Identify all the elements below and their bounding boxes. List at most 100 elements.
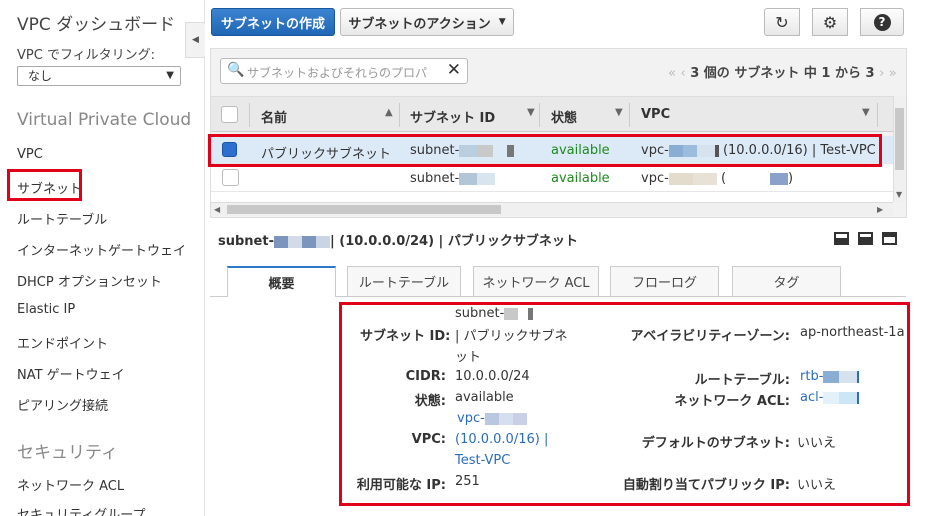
tab-route-table[interactable]: ルートテーブル xyxy=(347,266,461,296)
network-acl-label: ネットワーク ACL: xyxy=(674,394,790,409)
refresh-button[interactable]: ↻ xyxy=(764,8,800,36)
redacted-block xyxy=(301,235,316,248)
redacted-block xyxy=(498,412,513,425)
column-separator xyxy=(399,103,400,127)
route-table-label: ルートテーブル: xyxy=(694,373,790,388)
sort-icon[interactable]: ▼ xyxy=(527,107,535,118)
tab-tags[interactable]: タグ xyxy=(732,266,841,296)
redacted-block xyxy=(823,370,840,383)
redacted-block xyxy=(484,412,499,425)
table-row[interactable]: subnet- available vpc- () xyxy=(211,164,895,192)
scroll-left-icon[interactable]: ◀ xyxy=(214,205,220,214)
search-input[interactable]: 🔍 サブネットおよびそれらのプロパ ✕ xyxy=(220,58,468,84)
help-button[interactable]: ? xyxy=(860,8,904,36)
sort-icon[interactable]: ▼ xyxy=(615,107,623,118)
redacted-block xyxy=(528,307,534,320)
prev-page-icon[interactable]: ‹ xyxy=(681,66,686,81)
chevron-down-icon: ▼ xyxy=(498,17,506,27)
bottom-pane-icon[interactable] xyxy=(834,232,849,245)
tab-summary[interactable]: 概要 xyxy=(227,266,336,297)
default-subnet-label: デフォルトのサブネット: xyxy=(641,436,790,451)
network-acl-link[interactable]: acl- xyxy=(800,390,860,405)
redacted-block xyxy=(518,307,529,320)
row-vpc: vpc- () xyxy=(641,171,793,186)
redacted-block xyxy=(668,172,693,185)
sort-asc-icon[interactable]: ▲ xyxy=(385,107,393,118)
vpc-link[interactable]: vpc- xyxy=(457,411,527,426)
next-page-icon[interactable]: › xyxy=(879,66,884,81)
scroll-right-icon[interactable]: ▶ xyxy=(877,205,883,214)
collapse-sidebar-button[interactable]: ◀ xyxy=(185,22,205,58)
subnet-id-label: サブネット ID: xyxy=(360,329,451,344)
settings-button[interactable]: ⚙ xyxy=(812,8,848,36)
redacted-block xyxy=(857,370,860,383)
create-subnet-button[interactable]: サブネットの作成 xyxy=(211,8,335,36)
table-header: 名前 ▲ サブネット ID ▼ 状態 ▼ VPC ▼ xyxy=(211,96,895,132)
search-icon: 🔍 xyxy=(227,62,245,78)
vertical-scrollbar[interactable]: ▼ xyxy=(893,96,905,202)
sidebar-item-dhcp-options[interactable]: DHCP オプションセット xyxy=(17,271,162,290)
subnet-actions-button[interactable]: サブネットのアクション ▼ xyxy=(340,8,514,36)
sidebar-item-vpc[interactable]: VPC xyxy=(17,147,43,162)
scroll-down-icon[interactable]: ▼ xyxy=(896,190,902,199)
redacted-block xyxy=(512,412,527,425)
redacted-block xyxy=(287,235,302,248)
full-pane-icon[interactable] xyxy=(882,232,897,245)
sidebar-item-endpoints[interactable]: エンドポイント xyxy=(17,333,108,352)
column-header-state[interactable]: 状態 xyxy=(551,107,577,126)
search-placeholder: サブネットおよびそれらのプロパ xyxy=(247,66,428,80)
subnet-id-text: subnet- xyxy=(410,171,460,186)
column-header-name[interactable]: 名前 xyxy=(261,107,287,126)
tab-network-acl[interactable]: ネットワーク ACL xyxy=(473,266,599,296)
route-table-link[interactable]: rtb- xyxy=(800,369,860,384)
last-page-icon[interactable]: » xyxy=(889,66,897,81)
auto-assign-ip-label: 自動割り当てパブリック IP: xyxy=(622,478,790,493)
first-page-icon[interactable]: « xyxy=(668,66,676,81)
sidebar-item-network-acl[interactable]: ネットワーク ACL xyxy=(17,475,124,494)
vpc-link-line1: vpc- xyxy=(457,411,485,426)
sort-icon[interactable]: ▼ xyxy=(862,107,870,118)
redacted-block xyxy=(504,307,519,320)
subnets-highlight xyxy=(7,169,82,201)
redacted-block xyxy=(823,391,840,404)
vpc-console: VPC ダッシュボード VPC でフィルタリング: なし ▼ Virtual P… xyxy=(0,0,932,516)
az-value: ap-northeast-1a xyxy=(800,325,905,340)
subnet-id-line1: subnet- xyxy=(455,306,505,321)
select-all-checkbox[interactable] xyxy=(221,106,238,123)
row-state: available xyxy=(551,171,610,186)
redacted-block xyxy=(857,391,860,404)
redacted-block xyxy=(273,235,288,248)
sidebar-item-peering[interactable]: ピアリング接続 xyxy=(17,395,108,414)
column-header-vpc[interactable]: VPC xyxy=(641,107,670,122)
detail-title-suffix: | (10.0.0.0/24) | パブリックサブネット xyxy=(329,234,578,249)
selected-row-highlight xyxy=(208,134,882,167)
scroll-thumb[interactable] xyxy=(895,108,904,170)
horizontal-scrollbar[interactable]: ◀ ▶ xyxy=(211,202,893,216)
subnet-id-line3: ット xyxy=(455,350,482,365)
sidebar-item-nat-gateways[interactable]: NAT ゲートウェイ xyxy=(17,364,125,383)
column-header-subnet-id[interactable]: サブネット ID xyxy=(410,107,495,126)
sidebar-item-route-tables[interactable]: ルートテーブル xyxy=(17,209,107,228)
detail-title: subnet- | (10.0.0.0/24) | パブリックサブネット xyxy=(218,230,578,249)
tab-flow-logs[interactable]: フローログ xyxy=(610,266,719,296)
scroll-thumb[interactable] xyxy=(227,205,501,214)
redacted-block xyxy=(459,172,478,185)
table-row-partial xyxy=(211,192,895,202)
gear-icon: ⚙ xyxy=(822,12,838,32)
sidebar-item-elastic-ip[interactable]: Elastic IP xyxy=(17,302,75,317)
help-icon: ? xyxy=(873,13,891,31)
vpc-link-line3[interactable]: Test-VPC xyxy=(455,453,510,468)
default-subnet-value: いいえ xyxy=(797,436,837,451)
sidebar-item-security-groups[interactable]: セキュリティグループ xyxy=(17,504,145,516)
sidebar: VPC ダッシュボード VPC でフィルタリング: なし ▼ Virtual P… xyxy=(0,0,200,516)
vpc-link-line2[interactable]: (10.0.0.0/16) | xyxy=(455,432,548,447)
sidebar-item-internet-gateways[interactable]: インターネットゲートウェイ xyxy=(17,240,186,259)
half-pane-icon[interactable] xyxy=(858,232,873,245)
row-checkbox[interactable] xyxy=(222,169,239,186)
clear-search-icon[interactable]: ✕ xyxy=(447,60,461,80)
redacted-block xyxy=(315,235,330,248)
vpc-filter-select[interactable]: なし ▼ xyxy=(17,66,181,86)
section-vpc: Virtual Private Cloud xyxy=(17,110,192,130)
sidebar-title[interactable]: VPC ダッシュボード xyxy=(17,10,175,35)
available-ips-label: 利用可能な IP: xyxy=(356,478,446,493)
